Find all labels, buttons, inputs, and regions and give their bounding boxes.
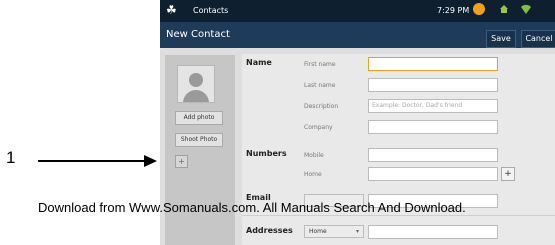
add-field-button[interactable]: +	[175, 155, 188, 168]
chevron-down-icon: ▾	[355, 228, 359, 235]
person-placeholder-icon[interactable]	[177, 65, 215, 103]
section-label-numbers: Numbers	[246, 149, 287, 158]
home-number-input[interactable]	[368, 167, 498, 181]
contacts-app-icon: ☘	[166, 3, 177, 17]
page-title: New Contact	[166, 29, 230, 40]
add-photo-button[interactable]: Add photo	[175, 111, 223, 125]
status-time: 7:29 PM	[437, 6, 470, 15]
section-label-name: Name	[246, 58, 272, 67]
mobile-input[interactable]	[368, 148, 498, 162]
watermark-text: Download from Www.Somanuals.com. All Man…	[38, 200, 466, 215]
label-mobile: Mobile	[304, 152, 324, 159]
status-app-label: Contacts	[193, 6, 229, 15]
label-last-name: Last name	[304, 82, 336, 89]
address-type-value: Home	[309, 228, 327, 235]
callout-arrow-head-icon	[144, 155, 157, 167]
add-number-button[interactable]: +	[501, 167, 515, 181]
address-input[interactable]	[368, 225, 498, 239]
label-home: Home	[304, 171, 322, 178]
status-bar: ☘ Contacts 7:29 PM	[160, 0, 555, 22]
save-button[interactable]: Save	[486, 30, 516, 48]
section-label-addresses: Addresses	[246, 226, 293, 235]
first-name-input[interactable]	[368, 57, 498, 71]
label-company: Company	[304, 124, 333, 131]
avatar-head-shape	[189, 73, 203, 87]
cancel-button[interactable]: Cancel	[521, 30, 555, 48]
callout-arrow-line	[38, 160, 148, 162]
last-name-input[interactable]	[368, 78, 498, 92]
label-first-name: First name	[304, 61, 336, 68]
shoot-photo-button[interactable]: Shoot Photo	[175, 133, 223, 147]
home-icon	[500, 5, 508, 13]
warning-icon	[473, 3, 485, 15]
avatar-body-shape	[183, 90, 209, 102]
description-input[interactable]: Example: Doctor, Dad's friend	[368, 99, 498, 113]
label-description: Description	[304, 103, 339, 110]
address-type-select[interactable]: Home ▾	[304, 225, 364, 238]
callout-number: 1	[6, 148, 16, 167]
company-input[interactable]	[368, 120, 498, 134]
section-divider	[242, 215, 555, 216]
wifi-icon	[521, 4, 531, 14]
